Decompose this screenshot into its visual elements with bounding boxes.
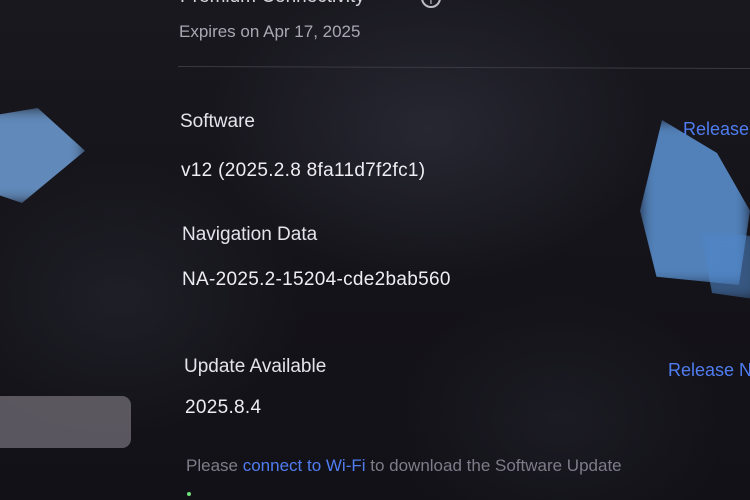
navigation-data-label: Navigation Data: [182, 224, 318, 245]
wifi-prompt: Please connect to Wi-Fi to download the …: [186, 456, 622, 476]
software-release-notes-link[interactable]: Release: [683, 119, 749, 140]
software-version: v12 (2025.2.8 8fa11d7f2fc1): [181, 160, 426, 181]
update-available-label: Update Available: [184, 356, 327, 377]
wifi-prompt-prefix: Please: [186, 456, 243, 475]
software-label: Software: [180, 111, 255, 132]
wifi-prompt-suffix: to download the Software Update: [365, 456, 622, 475]
navigation-data-version: NA-2025.2-15204-cde2bab560: [182, 269, 451, 290]
update-release-notes-link[interactable]: Release N: [668, 360, 750, 381]
connectivity-title: Premium Connectivity: [180, 0, 365, 8]
screen-glare: [0, 108, 85, 203]
settings-screen: Premium Connectivity i Expires on Apr 17…: [0, 0, 750, 500]
connect-wifi-link[interactable]: connect to Wi-Fi: [243, 456, 366, 475]
connectivity-expiry: Expires on Apr 17, 2025: [179, 22, 361, 41]
screen-glare: [700, 230, 750, 300]
section-divider: [178, 65, 750, 70]
update-version: 2025.8.4: [185, 397, 262, 418]
status-indicator: [187, 492, 191, 496]
side-panel-button[interactable]: [0, 396, 131, 448]
info-icon[interactable]: i: [421, 0, 441, 8]
